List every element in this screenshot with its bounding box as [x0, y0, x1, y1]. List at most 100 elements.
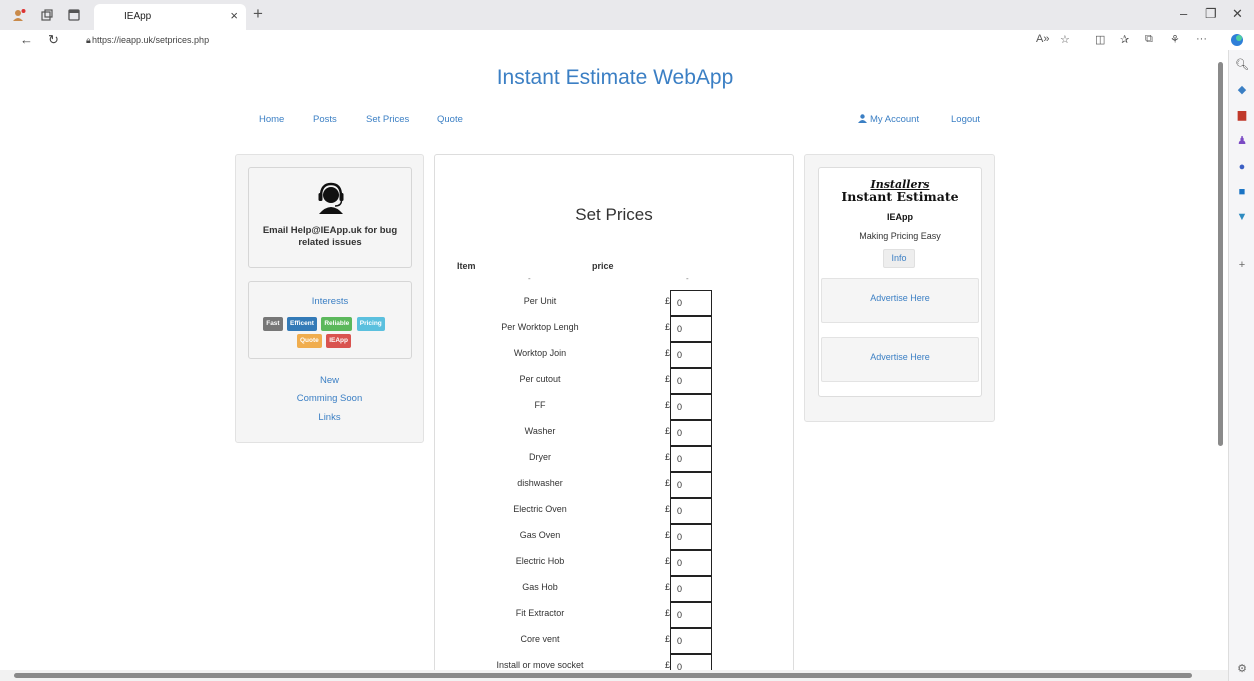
app-name: IEApp: [887, 212, 913, 222]
interests-card: Interests Fast Efficent Reliable Pricing…: [248, 281, 412, 359]
copilot-icon[interactable]: [1230, 33, 1244, 50]
left-sidebar: Email Help@IEApp.uk for bug related issu…: [235, 154, 424, 443]
help-card: Email Help@IEApp.uk for bug related issu…: [248, 167, 412, 268]
help-text-line2: related issues: [298, 237, 362, 248]
extensions-icon[interactable]: ⚘: [1170, 33, 1180, 46]
advertise-box-2[interactable]: Advertise Here: [821, 337, 979, 382]
split-screen-icon[interactable]: ◫: [1095, 33, 1105, 46]
price-item-label: Per Unit: [523, 296, 557, 306]
brand-card: Installers Instant Estimate IEApp Making…: [818, 167, 982, 397]
price-item-label: dishwasher: [517, 478, 563, 488]
more-icon[interactable]: ···: [1196, 33, 1207, 45]
browser-sidebar: 🔍︎ ◆ ▆ ♟ ● ■ ▼ + ⚙: [1228, 50, 1254, 681]
read-aloud-icon[interactable]: A»: [1036, 33, 1049, 45]
add-sidebar-icon[interactable]: +: [1235, 258, 1249, 272]
info-button[interactable]: Info: [883, 249, 915, 268]
nav-set-prices[interactable]: Set Prices: [366, 114, 409, 125]
price-input[interactable]: [670, 290, 712, 316]
price-input[interactable]: [670, 498, 712, 524]
vertical-scroll-thumb[interactable]: [1218, 62, 1223, 446]
url-text: https://ieapp.uk/setprices.php: [92, 35, 210, 45]
link-comming-soon[interactable]: Comming Soon: [236, 393, 423, 404]
browser-tab[interactable]: IEApp ×: [94, 4, 246, 30]
restore-icon[interactable]: ❐: [1205, 6, 1217, 22]
url-field[interactable]: 🔒︎ https://ieapp.uk/setprices.php: [72, 32, 1072, 48]
tagline: Making Pricing Easy: [859, 231, 941, 241]
set-prices-panel: Set Prices Item price - - Per Unit£Per W…: [434, 154, 794, 670]
link-new[interactable]: New: [236, 375, 423, 386]
advertise-box-1[interactable]: Advertise Here: [821, 278, 979, 323]
support-headset-icon: [313, 180, 349, 216]
price-input[interactable]: [670, 394, 712, 420]
web-page: Instant Estimate WebApp Home Posts Set P…: [0, 50, 1216, 670]
set-prices-title: Set Prices: [575, 205, 653, 224]
advertise-label-2: Advertise Here: [870, 352, 930, 362]
nav-my-account[interactable]: My Account: [858, 114, 919, 125]
right-sidebar: Installers Instant Estimate IEApp Making…: [804, 154, 995, 422]
advertise-label-1: Advertise Here: [870, 293, 930, 303]
price-input[interactable]: [670, 420, 712, 446]
vertical-scrollbar[interactable]: [1216, 50, 1226, 670]
price-input[interactable]: [670, 316, 712, 342]
price-item-label: Worktop Join: [513, 348, 567, 358]
nav-quote[interactable]: Quote: [437, 114, 463, 125]
refresh-icon[interactable]: ↻: [48, 32, 59, 48]
price-item-label: Fit Extractor: [515, 608, 565, 618]
price-input[interactable]: [670, 628, 712, 654]
nav-posts[interactable]: Posts: [313, 114, 337, 125]
price-input[interactable]: [670, 446, 712, 472]
nav-logout[interactable]: Logout: [951, 114, 980, 125]
interest-badge: Reliable: [321, 317, 353, 331]
price-input[interactable]: [670, 602, 712, 628]
price-input[interactable]: [670, 524, 712, 550]
profile-icon[interactable]: [12, 8, 26, 22]
horizontal-scrollbar[interactable]: [0, 670, 1228, 681]
price-input[interactable]: [670, 550, 712, 576]
favorite-star-icon[interactable]: ☆: [1060, 33, 1070, 46]
my-account-label: My Account: [870, 114, 920, 125]
tools-icon[interactable]: ▆: [1235, 108, 1249, 122]
price-item-label: Core vent: [520, 634, 560, 644]
lock-icon: 🔒︎: [86, 35, 91, 45]
minimize-icon[interactable]: –: [1180, 6, 1187, 21]
price-input[interactable]: [670, 576, 712, 602]
price-item-label: FF: [534, 400, 546, 410]
interest-badge: IEApp: [326, 334, 351, 348]
tab-actions-icon[interactable]: [67, 8, 81, 22]
workspaces-icon[interactable]: [40, 8, 54, 22]
interest-badge: Efficent: [287, 317, 317, 331]
price-input[interactable]: [670, 368, 712, 394]
interest-badge: Quote: [296, 334, 322, 348]
column-header-item: Item: [457, 261, 476, 271]
close-window-icon[interactable]: ✕: [1232, 6, 1243, 22]
settings-gear-icon[interactable]: ⚙: [1235, 662, 1249, 676]
new-tab-icon[interactable]: +: [253, 4, 263, 24]
shopping-tag-icon[interactable]: ◆: [1235, 83, 1249, 97]
horizontal-scroll-thumb[interactable]: [14, 673, 1192, 678]
office-icon[interactable]: ●: [1235, 160, 1249, 174]
price-item-label: Install or move socket: [496, 660, 584, 670]
outlook-icon[interactable]: ■: [1235, 185, 1249, 199]
search-icon[interactable]: 🔍︎: [1235, 58, 1249, 72]
price-input[interactable]: [670, 342, 712, 368]
favorites-icon[interactable]: ✰: [1120, 33, 1129, 46]
nav-home[interactable]: Home: [259, 114, 284, 125]
price-item-label: Per cutout: [519, 374, 561, 384]
address-bar-row: ← ↻ 🔒︎ https://ieapp.uk/setprices.php A»…: [0, 30, 1254, 50]
instant-estimate-heading: Instant Estimate: [841, 189, 959, 204]
collections-icon[interactable]: ⧉: [1145, 33, 1153, 46]
price-dash: -: [686, 274, 689, 283]
back-icon[interactable]: ←: [20, 32, 33, 47]
link-links[interactable]: Links: [236, 412, 423, 423]
price-item-label: Washer: [524, 426, 556, 436]
price-input[interactable]: [670, 654, 712, 670]
interest-badge: Fast: [263, 317, 283, 331]
games-icon[interactable]: ♟: [1235, 134, 1249, 148]
price-input[interactable]: [670, 472, 712, 498]
close-tab-icon[interactable]: ×: [230, 8, 238, 23]
column-header-price: price: [592, 261, 614, 271]
browser-titlebar: IEApp × + – ❐ ✕: [0, 0, 1254, 30]
tab-title: IEApp: [124, 11, 152, 22]
interest-badge: Pricing: [356, 317, 385, 331]
drop-icon[interactable]: ▼: [1235, 210, 1249, 224]
